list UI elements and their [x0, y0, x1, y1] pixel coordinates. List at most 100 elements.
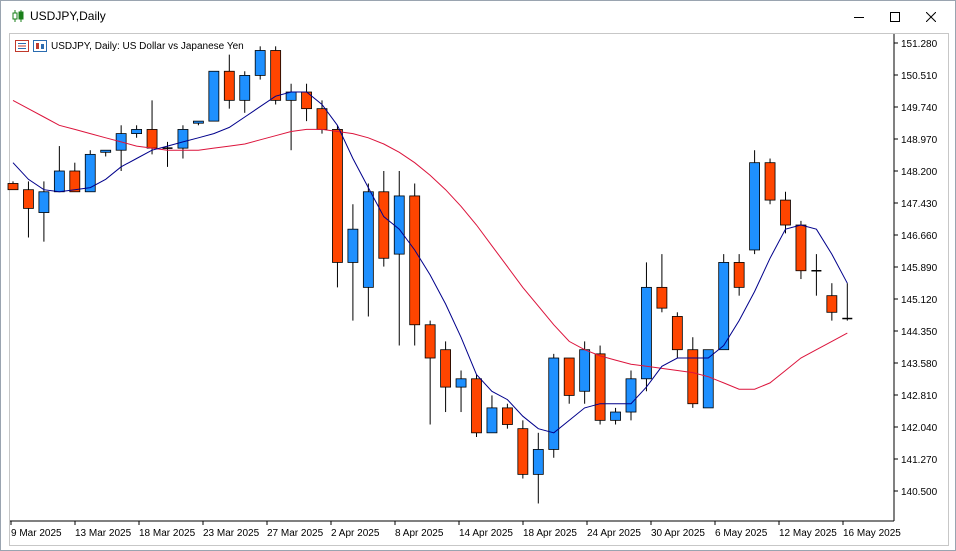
- time-tick-label: 13 Mar 2025: [75, 528, 132, 539]
- candle-body: [532, 449, 544, 475]
- price-tick-label: 145.120: [901, 295, 938, 306]
- candle-body: [192, 120, 204, 124]
- candle: [455, 370, 467, 413]
- candle: [347, 204, 359, 321]
- price-axis: 151.280 150.510 149.740 148.970 148.200 147.4…: [893, 34, 938, 521]
- price-tick-label: 145.890: [901, 263, 938, 274]
- candle: [440, 341, 452, 413]
- candle-body: [378, 191, 390, 259]
- candle: [811, 254, 822, 296]
- candle: [146, 100, 158, 155]
- candle: [100, 149, 112, 157]
- time-tick-label: 14 Apr 2025: [459, 528, 513, 539]
- candle: [733, 254, 745, 296]
- candle-body: [579, 349, 591, 392]
- candle: [532, 432, 544, 504]
- time-tick-label: 18 Mar 2025: [139, 528, 196, 539]
- time-tick-label: 16 May 2025: [843, 528, 901, 539]
- chart-window: USDJPY,Daily USDJPY, Daily: US Dollar vs…: [0, 0, 956, 551]
- candle-body: [100, 149, 112, 153]
- candle: [486, 395, 498, 434]
- candle: [115, 125, 127, 171]
- price-tick-label: 140.500: [901, 487, 938, 498]
- candle: [780, 191, 791, 234]
- candle-body: [471, 378, 482, 434]
- time-tick-label: 27 Mar 2025: [267, 528, 324, 539]
- candle: [548, 353, 560, 458]
- candle: [563, 357, 575, 404]
- candle-body: [424, 324, 436, 359]
- candle-body: [208, 70, 220, 122]
- candle-body: [610, 411, 621, 421]
- candle-body: [270, 50, 282, 101]
- candle-body: [440, 349, 452, 388]
- candle: [749, 150, 760, 255]
- candle-body: [625, 378, 637, 413]
- time-tick-label: 18 Apr 2025: [523, 528, 577, 539]
- price-tick-label: 148.200: [901, 167, 938, 178]
- candle-body: [393, 195, 405, 255]
- time-tick-label: 12 May 2025: [779, 528, 837, 539]
- candle-body: [795, 224, 807, 272]
- candle-body: [718, 262, 730, 351]
- candle: [192, 120, 204, 126]
- candle-body: [53, 170, 65, 193]
- time-tick-label: 24 Apr 2025: [587, 528, 641, 539]
- time-tick-label: 23 Mar 2025: [203, 528, 260, 539]
- time-tick-label: 9 Mar 2025: [11, 528, 62, 539]
- price-tick-label: 142.040: [901, 423, 938, 434]
- candle: [7, 181, 19, 191]
- price-tick-label: 147.430: [901, 199, 938, 210]
- candle-body: [594, 353, 606, 421]
- price-tick-label: 149.740: [901, 103, 938, 114]
- price-tick-label: 151.280: [901, 39, 938, 50]
- candle: [641, 262, 652, 392]
- candle: [208, 70, 220, 122]
- candle-body: [409, 195, 421, 326]
- candle-body: [347, 228, 359, 263]
- candle-body: [131, 129, 143, 134]
- candle-body: [517, 428, 529, 475]
- candle: [285, 83, 297, 151]
- time-tick-label: 2 Apr 2025: [331, 528, 380, 539]
- candle-body: [501, 407, 513, 425]
- candle-body: [177, 129, 189, 149]
- price-tick-label: 146.660: [901, 231, 938, 242]
- price-tick-label: 148.970: [901, 135, 938, 146]
- candle-body: [780, 199, 791, 226]
- price-tick-label: 143.580: [901, 359, 938, 370]
- candle: [625, 370, 637, 421]
- candle: [764, 158, 776, 205]
- candle-body: [69, 170, 81, 193]
- time-axis: 9 Mar 2025 13 Mar 2025 18 Mar 2025 23 Mar 2…: [10, 520, 901, 539]
- candle-body: [733, 262, 745, 288]
- candle-body: [548, 357, 560, 450]
- candle: [424, 320, 436, 425]
- candle-body: [656, 286, 668, 309]
- candle-body: [362, 191, 374, 288]
- candle: [795, 220, 807, 280]
- candle-body: [23, 189, 34, 209]
- candle-body: [332, 129, 343, 263]
- candle-body: [563, 357, 575, 396]
- candle: [671, 312, 683, 359]
- candle-body: [146, 129, 158, 149]
- time-tick-label: 6 May 2025: [715, 528, 768, 539]
- price-tick-label: 144.350: [901, 327, 938, 338]
- time-tick-label: 30 Apr 2025: [651, 528, 705, 539]
- price-chart[interactable]: 151.280 150.510 149.740 148.970 148.200 147.4…: [1, 1, 955, 550]
- candle: [332, 125, 343, 288]
- candle-body: [455, 378, 467, 388]
- candle: [301, 83, 312, 122]
- candle-body: [7, 183, 19, 191]
- time-tick-label: 8 Apr 2025: [395, 528, 444, 539]
- candle: [378, 171, 390, 267]
- candle: [69, 162, 81, 193]
- candle: [239, 71, 251, 113]
- candle-body: [254, 50, 266, 76]
- candle: [223, 54, 235, 109]
- candle-body: [239, 75, 251, 101]
- candle: [131, 125, 143, 138]
- candle: [501, 403, 513, 429]
- candle: [594, 345, 606, 425]
